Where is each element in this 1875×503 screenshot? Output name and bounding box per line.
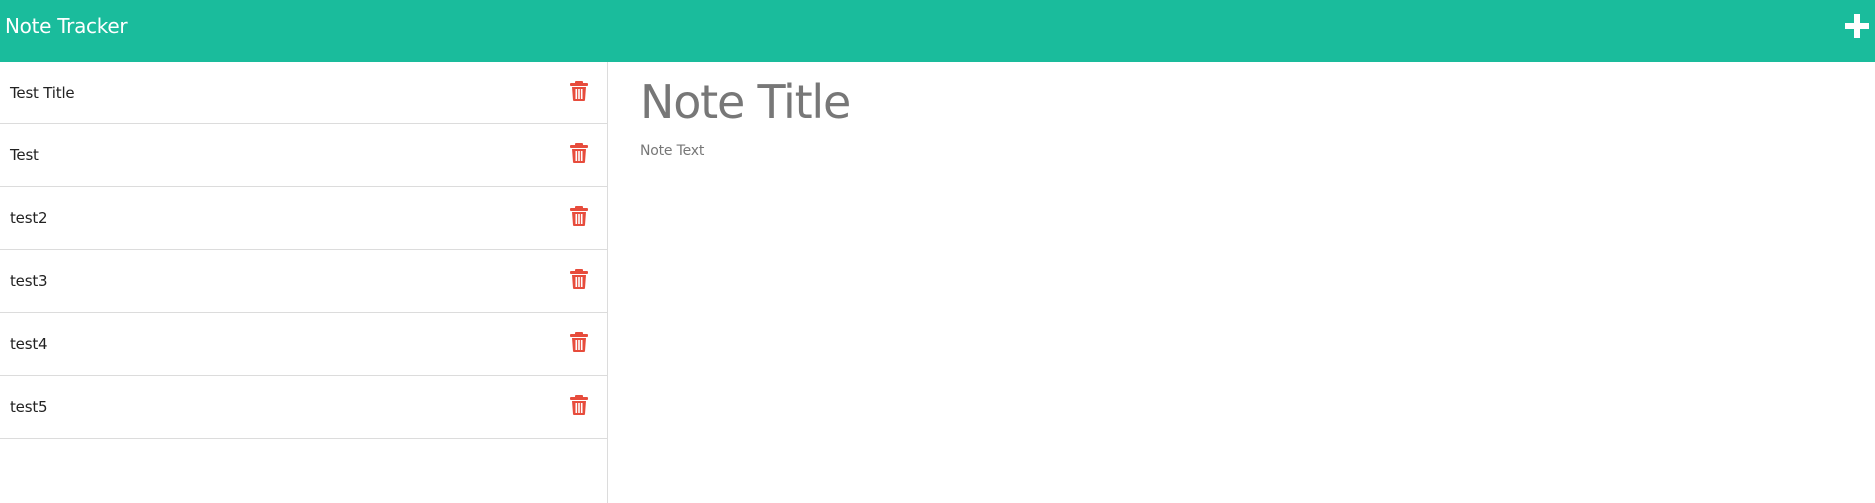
trash-icon [570, 395, 588, 415]
note-list-item[interactable]: test4 [0, 313, 607, 376]
delete-note-button[interactable] [570, 332, 588, 352]
note-list-item[interactable]: Test [0, 124, 607, 187]
delete-note-button[interactable] [570, 143, 588, 163]
note-list-item[interactable]: Test Title [0, 62, 607, 124]
note-item-title[interactable]: test3 [10, 272, 48, 290]
trash-icon [570, 206, 588, 226]
note-list: Test Title Test test2 test3 test4 test5 [0, 62, 607, 439]
note-item-title[interactable]: Test Title [10, 84, 75, 102]
note-item-title[interactable]: test4 [10, 335, 48, 353]
trash-icon [570, 143, 588, 163]
plus-icon [1845, 14, 1869, 38]
delete-note-button[interactable] [570, 269, 588, 289]
note-item-title[interactable]: test2 [10, 209, 48, 227]
add-note-button[interactable] [1841, 10, 1875, 44]
navbar: Note Tracker [0, 0, 1875, 62]
trash-icon [570, 269, 588, 289]
note-editor [608, 62, 1875, 503]
note-text-area[interactable] [640, 141, 1640, 441]
delete-note-button[interactable] [570, 206, 588, 226]
note-list-sidebar: Test Title Test test2 test3 test4 test5 [0, 62, 608, 503]
note-list-item[interactable]: test3 [0, 250, 607, 313]
trash-icon [570, 80, 588, 101]
app-title[interactable]: Note Tracker [5, 14, 128, 38]
delete-note-button[interactable] [570, 395, 588, 415]
delete-note-button[interactable] [570, 80, 588, 101]
note-item-title[interactable]: test5 [10, 398, 48, 416]
note-list-item[interactable]: test2 [0, 187, 607, 250]
note-title-input[interactable] [640, 72, 1640, 132]
note-list-item[interactable]: test5 [0, 376, 607, 439]
note-item-title[interactable]: Test [10, 146, 39, 164]
trash-icon [570, 332, 588, 352]
